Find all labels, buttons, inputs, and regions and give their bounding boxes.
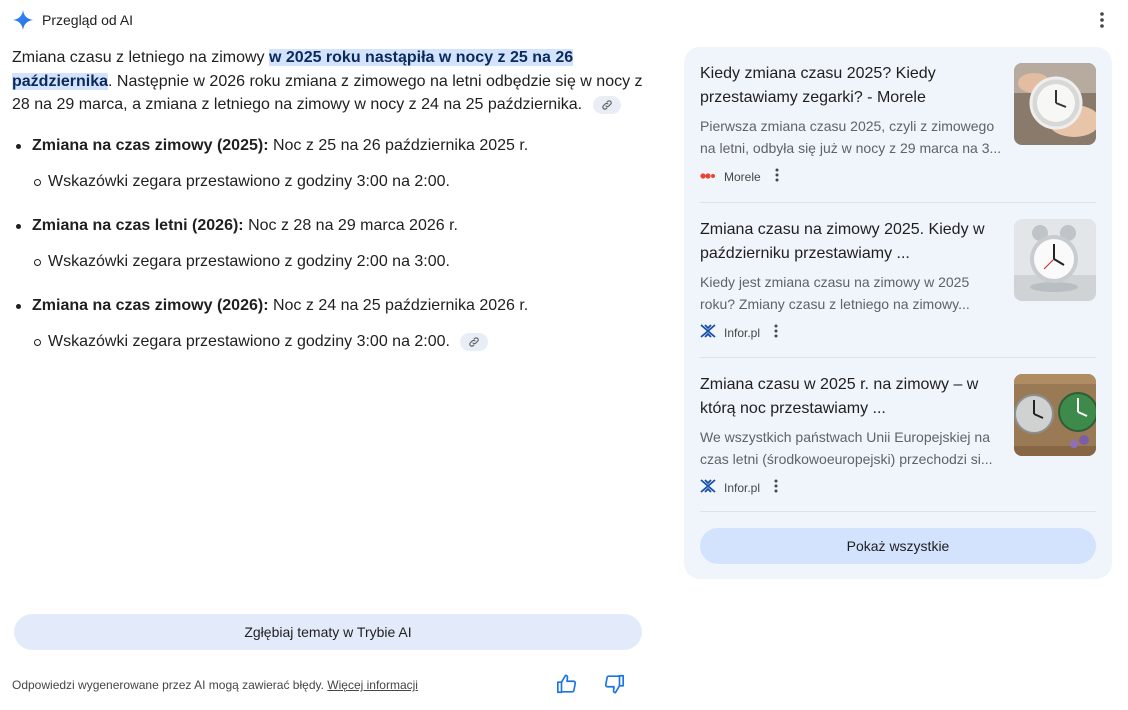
source-title[interactable]: Zmiana czasu na zimowy 2025. Kiedy w paź…: [700, 218, 1000, 266]
sub-bullet-ring: [34, 338, 41, 346]
disclaimer: Odpowiedzi wygenerowane przez AI mogą za…: [12, 678, 418, 692]
source-card[interactable]: Zmiana czasu na zimowy 2025. Kiedy w paź…: [700, 202, 1096, 357]
source-card[interactable]: Kiedy zmiana czasu 2025? Kiedy przestawi…: [700, 47, 1096, 202]
source-name: Infor.pl: [724, 480, 761, 495]
source-meta: Morele: [700, 168, 779, 185]
source-meta: Infor.pl: [700, 479, 778, 496]
source-title[interactable]: Zmiana czasu w 2025 r. na zimowy – w któ…: [700, 373, 1000, 421]
sub-list-item: Wskazówki zegara przestawiono z godziny …: [32, 250, 652, 273]
sources-panel: Kiedy zmiana czasu 2025? Kiedy przestawi…: [684, 47, 1112, 579]
snippet-line: roku? Zmiany czasu z letniego na zimowy.…: [700, 296, 970, 312]
infor-logo-icon: [700, 479, 716, 496]
sub-list-item: Wskazówki zegara przestawiono z godziny …: [32, 330, 652, 353]
source-meta: Infor.pl: [700, 324, 778, 341]
intro-paragraph: Zmiana czasu z letniego na zimowy w 2025…: [12, 46, 652, 117]
intro-text: Zmiana czasu z letniego na zimowy: [12, 49, 269, 66]
thumbs-down-icon[interactable]: [603, 673, 625, 695]
bullet-dot: [16, 303, 21, 309]
sub-item-text: Wskazówki zegara przestawiono z godziny …: [48, 332, 450, 350]
source-name: Infor.pl: [724, 325, 761, 340]
more-info-link[interactable]: Więcej informacji: [327, 678, 418, 692]
sparkle-icon: [12, 9, 34, 31]
list-item: Zmiana na czas letni (2026): Noc z 28 na…: [12, 214, 652, 273]
bullet-label: Zmiana na czas zimowy (2026):: [32, 296, 269, 314]
disclaimer-text: Odpowiedzi wygenerowane przez AI mogą za…: [12, 678, 328, 692]
thumbnail-clock-in-hand[interactable]: [1014, 63, 1096, 145]
bullet-text: Noc z 25 na 26 października 2025 r.: [268, 136, 529, 154]
answer-list: Zmiana na czas zimowy (2025): Noc z 25 n…: [12, 134, 652, 353]
sub-list-item: Wskazówki zegara przestawiono z godziny …: [32, 170, 652, 193]
bullet-dot: [16, 223, 21, 229]
bullet-label: Zmiana na czas letni (2026):: [32, 216, 244, 234]
snippet-line: Pierwsza zmiana czasu 2025, czyli z zimo…: [700, 118, 995, 134]
morele-logo-icon: [700, 170, 716, 184]
source-snippet: Kiedy jest zmiana czasu na zimowy w 2025…: [700, 271, 1006, 315]
snippet-line: We wszystkich państwach Unii Europejskie…: [700, 429, 990, 445]
bullet-text: Noc z 28 na 29 marca 2026 r.: [243, 216, 458, 234]
ai-overview: Przegląd od AI Zmiana czasu z letniego n…: [0, 0, 1128, 710]
panel-divider: [700, 511, 1096, 512]
snippet-line: Kiedy jest zmiana czasu na zimowy w 2025: [700, 274, 970, 290]
source-name: Morele: [724, 169, 761, 184]
source-link-icon[interactable]: [592, 96, 621, 114]
sub-item-text: Wskazówki zegara przestawiono z godziny …: [48, 252, 450, 270]
ai-overview-header: Przegląd od AI: [12, 8, 133, 32]
ai-answer: Zmiana czasu z letniego na zimowy w 2025…: [12, 46, 652, 374]
source-more-icon[interactable]: [774, 324, 778, 341]
sub-bullet-ring: [34, 178, 41, 186]
list-item: Zmiana na czas zimowy (2026): Noc z 24 n…: [12, 294, 652, 353]
explore-ai-mode-button[interactable]: Zgłębiaj tematy w Trybie AI: [14, 614, 642, 650]
bullet-label: Zmiana na czas zimowy (2025):: [32, 136, 269, 154]
source-link-icon[interactable]: [460, 332, 489, 351]
thumbnail-two-clocks[interactable]: [1014, 374, 1096, 456]
snippet-line: czas letni (środkowoeuropejski) przechod…: [700, 451, 993, 467]
more-options-icon[interactable]: [1092, 10, 1112, 30]
source-title[interactable]: Kiedy zmiana czasu 2025? Kiedy przestawi…: [700, 62, 1000, 110]
thumbs-up-icon[interactable]: [556, 673, 578, 695]
source-card[interactable]: Zmiana czasu w 2025 r. na zimowy – w któ…: [700, 357, 1096, 512]
bullet-text: Noc z 24 na 25 października 2026 r.: [268, 296, 529, 314]
list-item: Zmiana na czas zimowy (2025): Noc z 25 n…: [12, 134, 652, 193]
source-snippet: Pierwsza zmiana czasu 2025, czyli z zimo…: [700, 115, 1006, 159]
infor-logo-icon: [700, 324, 716, 341]
source-more-icon[interactable]: [775, 168, 779, 185]
source-snippet: We wszystkich państwach Unii Europejskie…: [700, 426, 1006, 470]
snippet-line: na letni, odbyła się już w nocy z 29 mar…: [700, 140, 1002, 156]
show-all-button[interactable]: Pokaż wszystkie: [700, 528, 1096, 564]
bullet-dot: [16, 143, 21, 149]
sub-item-text: Wskazówki zegara przestawiono z godziny …: [48, 172, 450, 190]
source-more-icon[interactable]: [774, 479, 778, 496]
thumbnail-alarm-clock[interactable]: [1014, 219, 1096, 301]
ai-overview-title: Przegląd od AI: [42, 12, 134, 28]
sub-bullet-ring: [34, 258, 41, 266]
